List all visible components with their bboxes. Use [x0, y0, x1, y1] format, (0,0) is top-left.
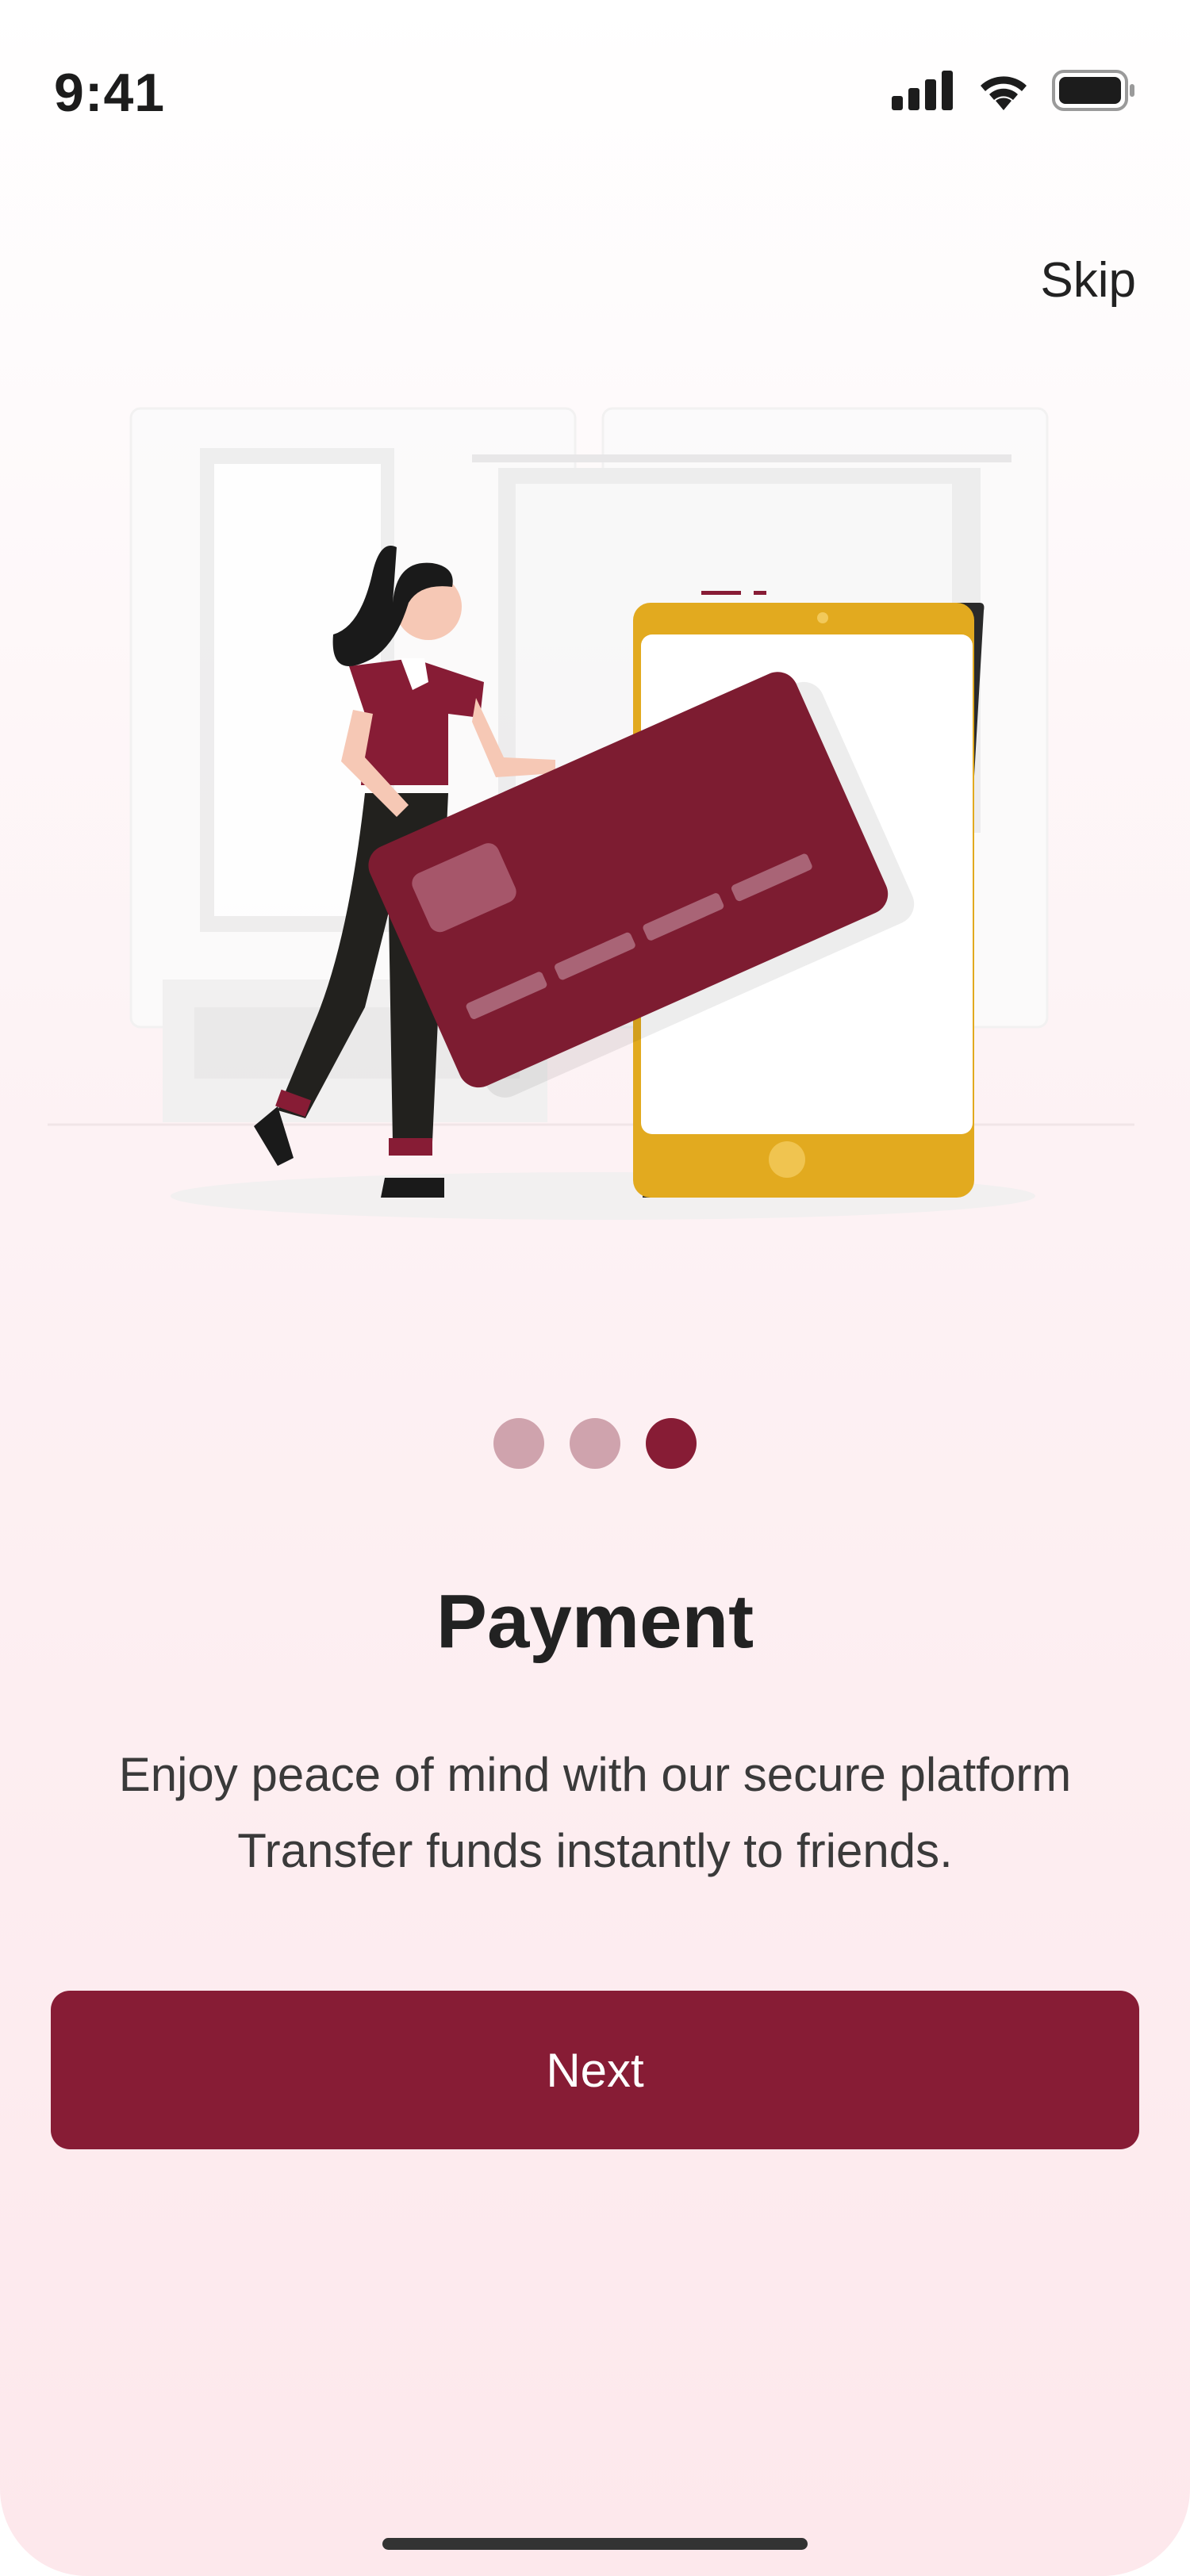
page-title: Payment	[436, 1579, 754, 1664]
home-indicator[interactable]	[382, 2538, 808, 2550]
page-dot-2[interactable]	[570, 1418, 620, 1469]
page-description: Enjoy peace of mind with our secure plat…	[0, 1737, 1190, 1889]
description-line-2: Transfer funds instantly to friends.	[237, 1824, 953, 1877]
status-icons	[892, 70, 1136, 111]
skip-button[interactable]: Skip	[1040, 252, 1136, 309]
cellular-signal-icon	[892, 71, 953, 110]
page-dot-3-active[interactable]	[646, 1418, 697, 1469]
page-dot-1[interactable]	[493, 1418, 544, 1469]
next-button[interactable]: Next	[51, 1991, 1139, 2149]
wifi-icon	[981, 76, 1027, 110]
description-line-1: Enjoy peace of mind with our secure plat…	[118, 1748, 1072, 1801]
pagination-dots	[0, 1418, 1190, 1469]
woman-holding-credit-card-phone-illustration	[48, 407, 1134, 1220]
onboarding-screen: 9:41 Skip Payment Enjoy peace of mind wi…	[0, 0, 1190, 2576]
battery-icon	[1052, 70, 1134, 111]
status-time: 9:41	[54, 63, 166, 123]
